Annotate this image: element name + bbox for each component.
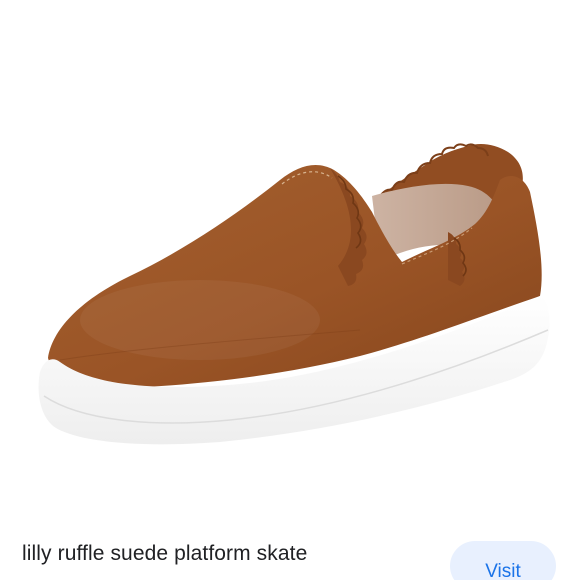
product-title[interactable]: lilly ruffle suede platform skate xyxy=(22,542,307,566)
visit-button[interactable]: Visit xyxy=(450,541,556,580)
product-image[interactable] xyxy=(0,0,580,530)
sneaker-illustration xyxy=(38,143,550,445)
product-result-card: lilly ruffle suede platform skate Visit xyxy=(0,0,580,580)
